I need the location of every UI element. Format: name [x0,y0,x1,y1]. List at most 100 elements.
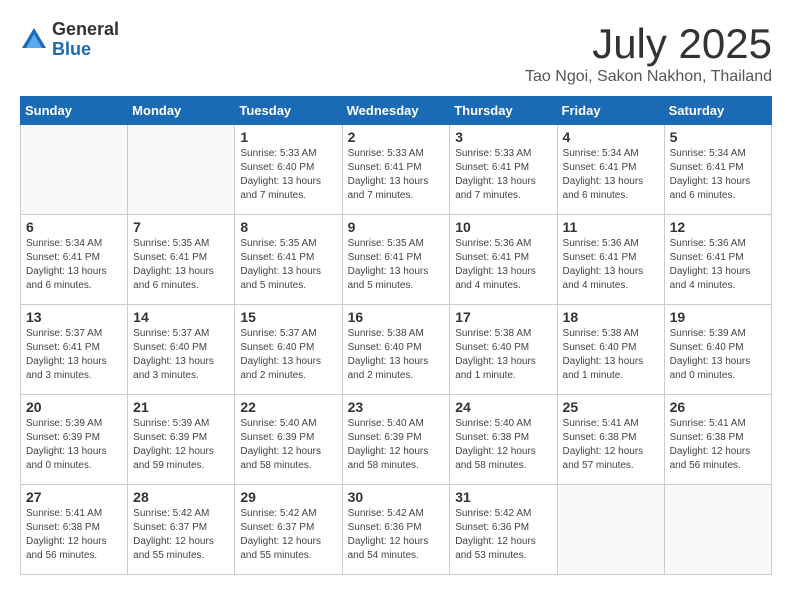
day-info: Sunrise: 5:36 AM Sunset: 6:41 PM Dayligh… [455,237,551,293]
day-number: 3 [455,129,551,145]
day-number: 17 [455,309,551,325]
sub-title: Tao Ngoi, Sakon Nakhon, Thailand [525,68,772,86]
day-info: Sunrise: 5:40 AM Sunset: 6:39 PM Dayligh… [240,417,336,473]
day-info: Sunrise: 5:34 AM Sunset: 6:41 PM Dayligh… [563,147,659,203]
calendar-cell: 7 Sunrise: 5:35 AM Sunset: 6:41 PM Daylig… [128,215,235,305]
day-number: 4 [563,129,659,145]
calendar-cell: 18Sunrise: 5:38 AM Sunset: 6:40 PM Dayli… [557,305,664,395]
calendar-week-row: 6 Sunrise: 5:34 AM Sunset: 6:41 PM Daylig… [21,215,772,305]
weekday-header: Thursday [450,97,557,125]
day-info: Sunrise: 5:38 AM Sunset: 6:40 PM Dayligh… [348,327,445,383]
weekday-header: Saturday [664,97,771,125]
calendar-cell: 17 Sunrise: 5:38 AM Sunset: 6:40 PM Dayli… [450,305,557,395]
calendar-week-row: 20 Sunrise: 5:39 AM Sunset: 6:39 PM Dayli… [21,395,772,485]
calendar-cell: 19 Sunrise: 5:39 AM Sunset: 6:40 PM Dayli… [664,305,771,395]
day-number: 30 [348,489,445,505]
day-info: Sunrise: 5:37 AM Sunset: 6:40 PM Dayligh… [133,327,229,383]
day-number: 5 [670,129,766,145]
page-header: General Blue July 2025 Tao Ngoi, Sakon N… [20,20,772,86]
calendar-cell: 4 Sunrise: 5:34 AM Sunset: 6:41 PM Daylig… [557,125,664,215]
day-number: 22 [240,399,336,415]
weekday-header: Sunday [21,97,128,125]
calendar-cell: 11 Sunrise: 5:36 AM Sunset: 6:41 PM Dayli… [557,215,664,305]
day-info: Sunrise: 5:42 AM Sunset: 6:36 PM Dayligh… [348,507,445,563]
logo-general: General [52,20,119,40]
day-number: 8 [240,219,336,235]
weekday-header: Tuesday [235,97,342,125]
day-info: Sunrise: 5:39 AM Sunset: 6:39 PM Dayligh… [133,417,229,473]
day-info: Sunrise: 5:42 AM Sunset: 6:37 PM Dayligh… [240,507,336,563]
day-info: Sunrise: 5:41 AM Sunset: 6:38 PM Dayligh… [563,417,659,473]
day-number: 16 [348,309,445,325]
calendar-header-row: SundayMondayTuesdayWednesdayThursdayFrid… [21,97,772,125]
calendar-cell: 29 Sunrise: 5:42 AM Sunset: 6:37 PM Dayli… [235,485,342,575]
calendar-cell: 21 Sunrise: 5:39 AM Sunset: 6:39 PM Dayli… [128,395,235,485]
calendar-cell [21,125,128,215]
day-number: 9 [348,219,445,235]
logo-text: General Blue [52,20,119,60]
calendar-cell: 2Sunrise: 5:33 AM Sunset: 6:41 PM Daylig… [342,125,450,215]
day-number: 28 [133,489,229,505]
day-number: 11 [563,219,659,235]
calendar-cell: 8Sunrise: 5:35 AM Sunset: 6:41 PM Daylig… [235,215,342,305]
day-info: Sunrise: 5:38 AM Sunset: 6:40 PM Dayligh… [455,327,551,383]
day-info: Sunrise: 5:36 AM Sunset: 6:41 PM Dayligh… [563,237,659,293]
calendar-cell [128,125,235,215]
day-number: 29 [240,489,336,505]
day-number: 1 [240,129,336,145]
calendar-cell: 5 Sunrise: 5:34 AM Sunset: 6:41 PM Daylig… [664,125,771,215]
calendar-week-row: 13 Sunrise: 5:37 AM Sunset: 6:41 PM Dayli… [21,305,772,395]
calendar-cell: 12Sunrise: 5:36 AM Sunset: 6:41 PM Dayli… [664,215,771,305]
logo: General Blue [20,20,119,60]
calendar-cell: 28 Sunrise: 5:42 AM Sunset: 6:37 PM Dayli… [128,485,235,575]
calendar-cell: 1 Sunrise: 5:33 AM Sunset: 6:40 PM Daylig… [235,125,342,215]
day-info: Sunrise: 5:33 AM Sunset: 6:40 PM Dayligh… [240,147,336,203]
day-number: 7 [133,219,229,235]
day-info: Sunrise: 5:35 AM Sunset: 6:41 PM Dayligh… [133,237,229,293]
day-number: 2 [348,129,445,145]
day-info: Sunrise: 5:39 AM Sunset: 6:39 PM Dayligh… [26,417,122,473]
day-number: 21 [133,399,229,415]
day-info: Sunrise: 5:39 AM Sunset: 6:40 PM Dayligh… [670,327,766,383]
weekday-header: Monday [128,97,235,125]
calendar-cell: 25Sunrise: 5:41 AM Sunset: 6:38 PM Dayli… [557,395,664,485]
calendar-cell: 24 Sunrise: 5:40 AM Sunset: 6:38 PM Dayli… [450,395,557,485]
calendar-cell: 10 Sunrise: 5:36 AM Sunset: 6:41 PM Dayli… [450,215,557,305]
calendar-cell: 13 Sunrise: 5:37 AM Sunset: 6:41 PM Dayli… [21,305,128,395]
day-number: 19 [670,309,766,325]
main-title: July 2025 [525,20,772,68]
day-info: Sunrise: 5:40 AM Sunset: 6:39 PM Dayligh… [348,417,445,473]
calendar-cell: 26 Sunrise: 5:41 AM Sunset: 6:38 PM Dayli… [664,395,771,485]
day-info: Sunrise: 5:34 AM Sunset: 6:41 PM Dayligh… [26,237,122,293]
calendar-cell: 27Sunrise: 5:41 AM Sunset: 6:38 PM Dayli… [21,485,128,575]
day-info: Sunrise: 5:35 AM Sunset: 6:41 PM Dayligh… [348,237,445,293]
day-number: 14 [133,309,229,325]
day-number: 12 [670,219,766,235]
day-number: 20 [26,399,122,415]
day-info: Sunrise: 5:42 AM Sunset: 6:36 PM Dayligh… [455,507,551,563]
day-number: 23 [348,399,445,415]
day-number: 24 [455,399,551,415]
calendar-cell: 16 Sunrise: 5:38 AM Sunset: 6:40 PM Dayli… [342,305,450,395]
day-info: Sunrise: 5:41 AM Sunset: 6:38 PM Dayligh… [670,417,766,473]
day-number: 27 [26,489,122,505]
calendar-cell: 3Sunrise: 5:33 AM Sunset: 6:41 PM Daylig… [450,125,557,215]
day-number: 13 [26,309,122,325]
day-number: 6 [26,219,122,235]
calendar-cell: 22 Sunrise: 5:40 AM Sunset: 6:39 PM Dayli… [235,395,342,485]
calendar-week-row: 1 Sunrise: 5:33 AM Sunset: 6:40 PM Daylig… [21,125,772,215]
calendar-cell: 9 Sunrise: 5:35 AM Sunset: 6:41 PM Daylig… [342,215,450,305]
calendar-cell: 23 Sunrise: 5:40 AM Sunset: 6:39 PM Dayli… [342,395,450,485]
day-info: Sunrise: 5:37 AM Sunset: 6:41 PM Dayligh… [26,327,122,383]
day-info: Sunrise: 5:42 AM Sunset: 6:37 PM Dayligh… [133,507,229,563]
day-info: Sunrise: 5:40 AM Sunset: 6:38 PM Dayligh… [455,417,551,473]
calendar-week-row: 27Sunrise: 5:41 AM Sunset: 6:38 PM Dayli… [21,485,772,575]
weekday-header: Wednesday [342,97,450,125]
title-block: July 2025 Tao Ngoi, Sakon Nakhon, Thaila… [525,20,772,86]
day-number: 26 [670,399,766,415]
day-number: 15 [240,309,336,325]
day-info: Sunrise: 5:34 AM Sunset: 6:41 PM Dayligh… [670,147,766,203]
calendar-cell: 20 Sunrise: 5:39 AM Sunset: 6:39 PM Dayli… [21,395,128,485]
day-number: 10 [455,219,551,235]
day-number: 18 [563,309,659,325]
